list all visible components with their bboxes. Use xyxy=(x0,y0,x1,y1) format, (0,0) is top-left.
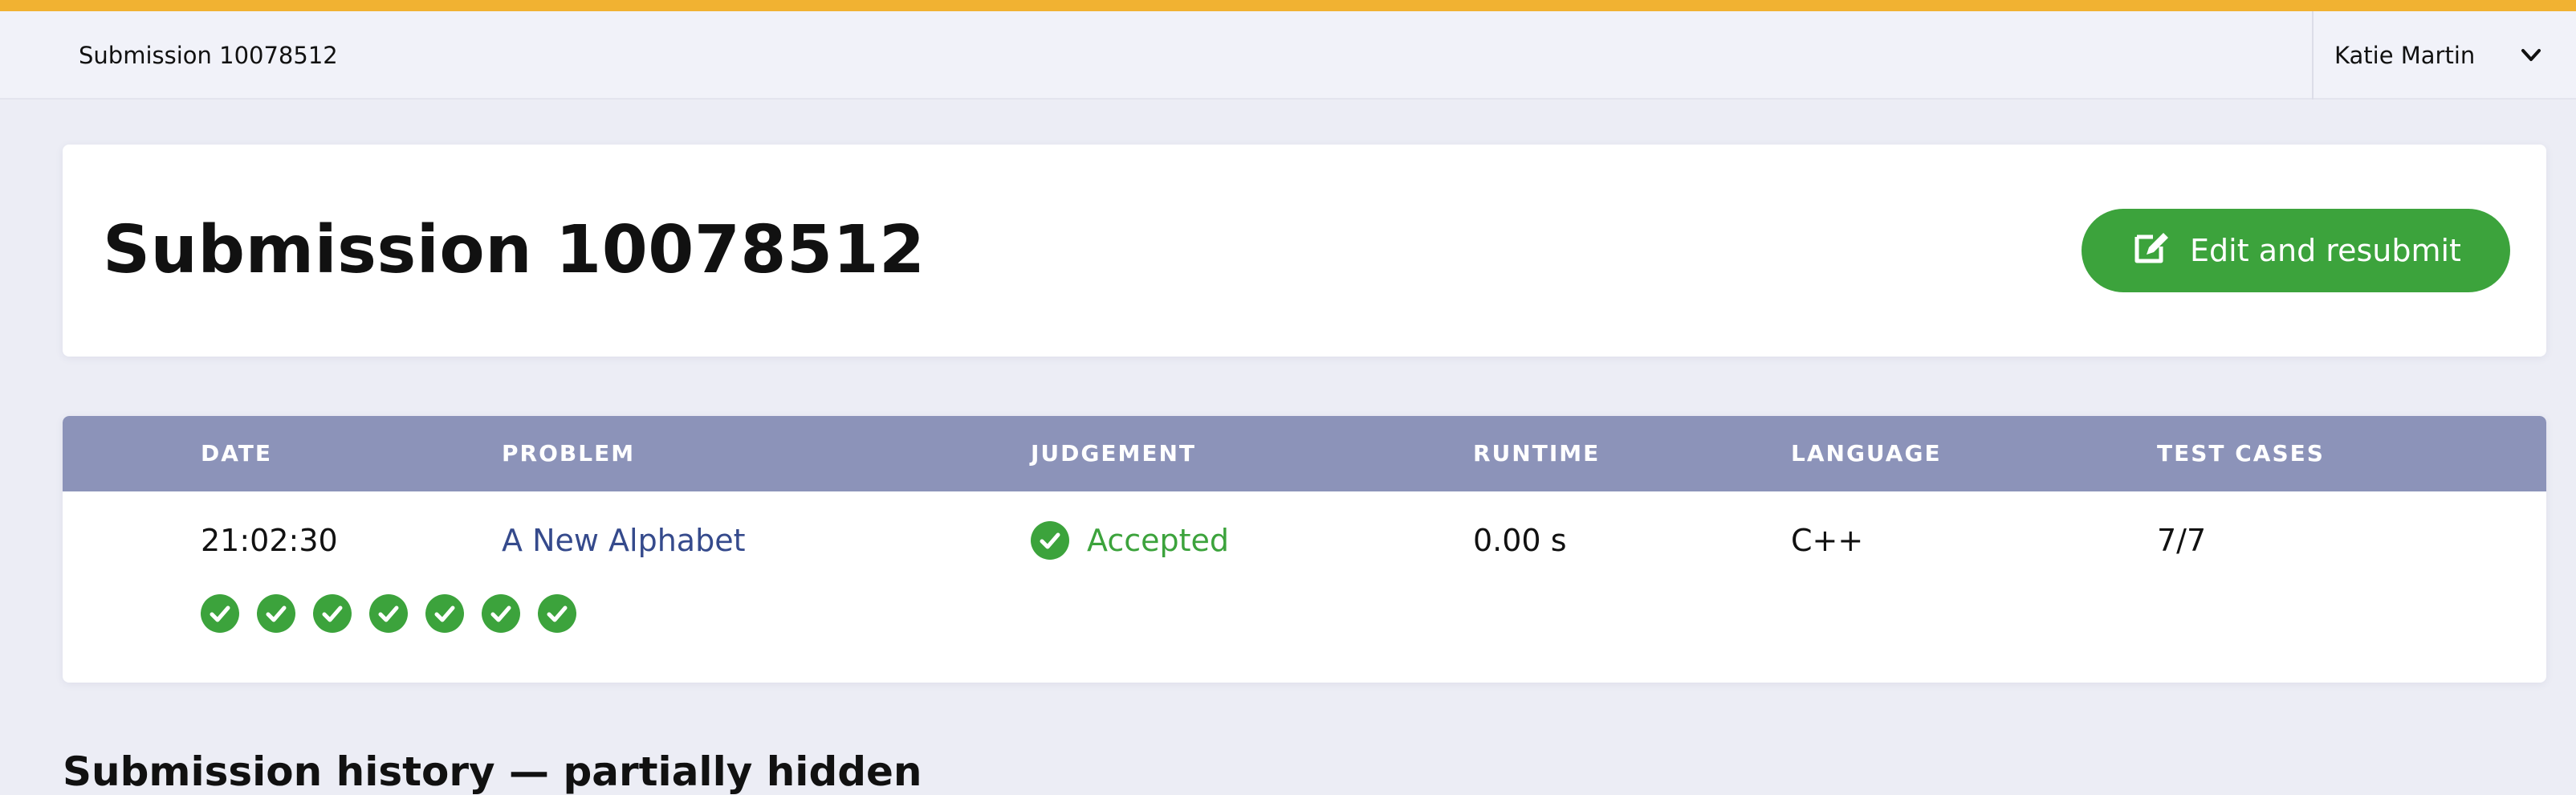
edit-icon xyxy=(2130,227,2171,275)
submission-header-card: Submission 10078512 Edit and resubmit xyxy=(63,145,2546,357)
test-case-check-icon[interactable] xyxy=(201,594,239,633)
test-case-check-icon[interactable] xyxy=(538,594,576,633)
test-case-check-icon[interactable] xyxy=(257,594,295,633)
test-case-check-icon[interactable] xyxy=(369,594,408,633)
language-value: C++ xyxy=(1791,523,1864,558)
accent-bar xyxy=(0,0,2576,11)
page-title: Submission 10078512 xyxy=(103,212,926,288)
test-case-results xyxy=(201,594,576,633)
problem-link[interactable]: A New Alphabet xyxy=(502,520,745,561)
column-header-date: DATE xyxy=(201,440,272,467)
test-cases-value: 7/7 xyxy=(2157,523,2207,558)
user-menu[interactable]: Katie Martin xyxy=(2312,11,2576,100)
judgement-status: Accepted xyxy=(1031,520,1229,561)
user-name: Katie Martin xyxy=(2334,42,2476,69)
section-heading-cut-off: Submission history — partially hidden xyxy=(63,748,922,795)
column-header-test-cases: TEST CASES xyxy=(2157,440,2325,467)
breadcrumb[interactable]: Submission 10078512 xyxy=(79,11,338,100)
test-case-check-icon[interactable] xyxy=(425,594,464,633)
chevron-down-icon xyxy=(2517,43,2545,67)
judgement-label: Accepted xyxy=(1087,523,1230,558)
column-header-runtime: RUNTIME xyxy=(1473,440,1601,467)
column-header-language: LANGUAGE xyxy=(1791,440,1942,467)
table-header: DATE PROBLEM JUDGEMENT RUNTIME LANGUAGE … xyxy=(63,416,2546,491)
column-header-judgement: JUDGEMENT xyxy=(1031,440,1197,467)
runtime-value: 0.00 s xyxy=(1473,523,1567,558)
check-circle-icon xyxy=(1031,521,1069,560)
column-header-problem: PROBLEM xyxy=(502,440,636,467)
test-case-check-icon[interactable] xyxy=(482,594,520,633)
submission-date: 21:02:30 xyxy=(201,523,338,558)
edit-resubmit-label: Edit and resubmit xyxy=(2190,233,2461,268)
submission-table: DATE PROBLEM JUDGEMENT RUNTIME LANGUAGE … xyxy=(63,416,2546,683)
top-bar: Submission 10078512 Katie Martin xyxy=(0,11,2576,100)
edit-resubmit-button[interactable]: Edit and resubmit xyxy=(2082,209,2510,292)
test-case-check-icon[interactable] xyxy=(313,594,352,633)
